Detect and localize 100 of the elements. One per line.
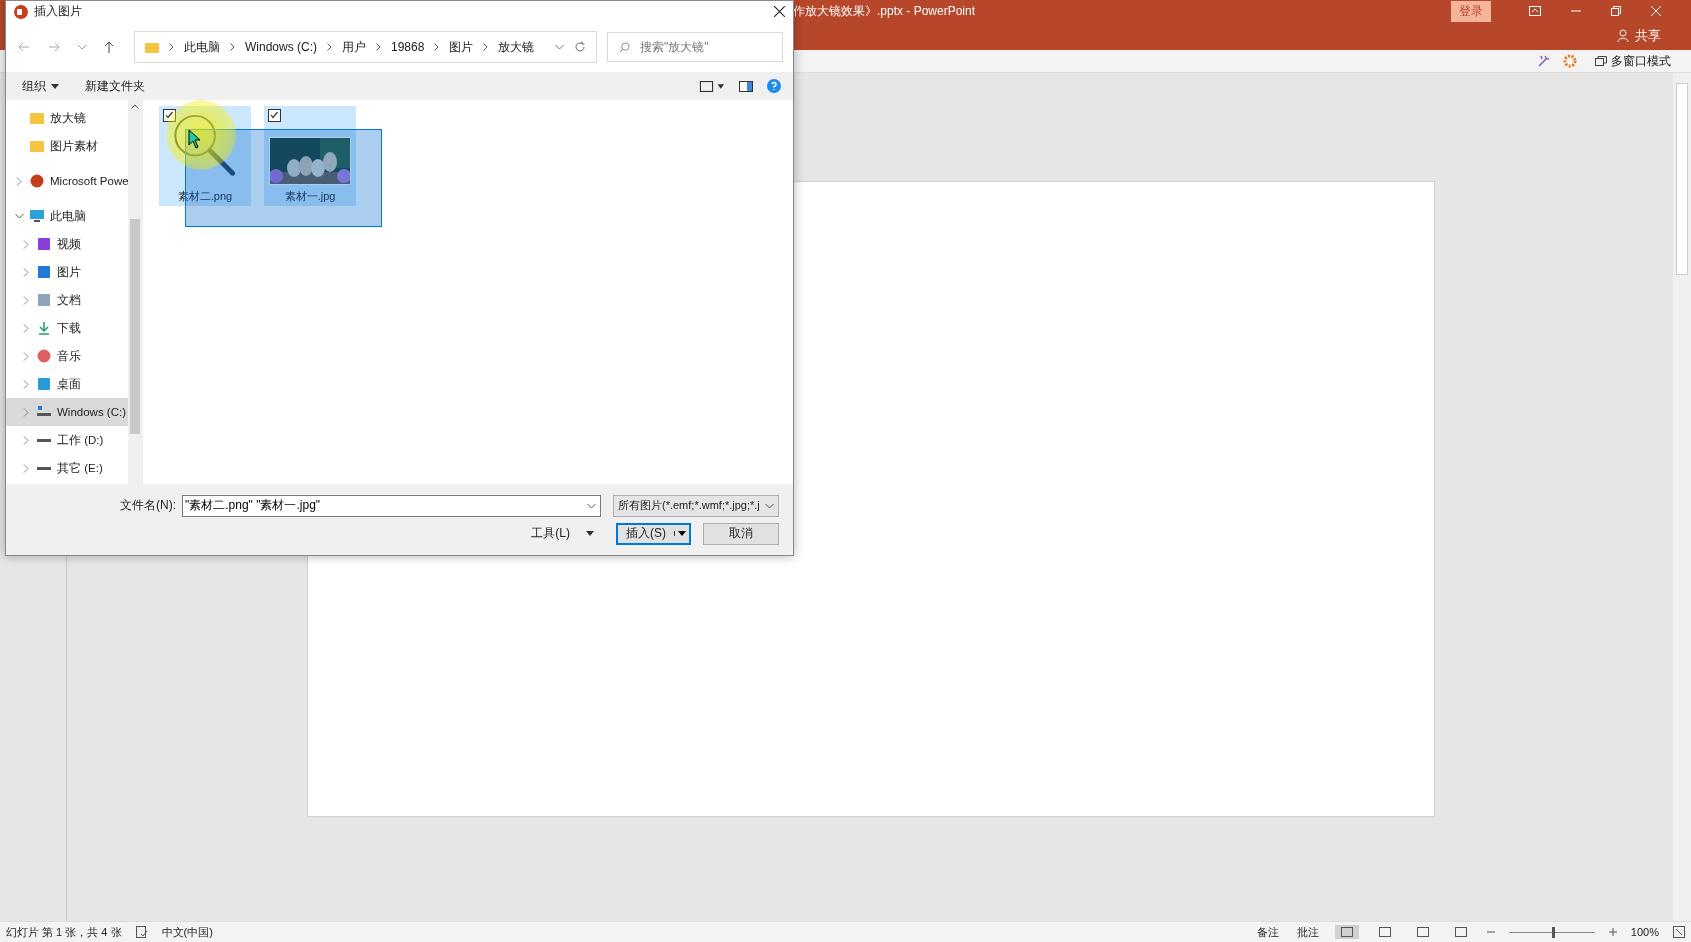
nav-item[interactable]: 音乐 [6,342,128,370]
slide-counter: 幻灯片 第 1 张，共 4 张 [6,924,122,940]
ribbon-display-icon[interactable] [1529,6,1541,16]
insert-button[interactable]: 插入(S) [616,522,691,545]
file-type-dropdown[interactable]: 所有图片(*.emf;*.wmf;*.jpg;*.j [613,494,779,517]
pictures-icon [37,265,51,279]
cursor-icon [188,129,202,149]
file-item[interactable]: 素材一.jpg [264,106,356,206]
folder-icon [30,111,44,125]
caret-icon [51,83,59,89]
refresh-icon[interactable] [574,41,586,53]
chevron-right-icon[interactable] [23,351,29,361]
filename-field[interactable]: "素材二.png" "素材一.jpg" [182,494,601,517]
nav-item[interactable]: 桌面 [6,370,128,398]
nav-item[interactable]: 工作 (D:) [6,426,128,454]
nav-item[interactable]: 视频 [6,230,128,258]
search-field[interactable]: 搜索"放大镜" [607,32,783,62]
cursor-highlight [166,100,236,170]
multi-window-button[interactable]: 多窗口模式 [1589,51,1677,71]
drive-icon [37,438,51,442]
breadcrumb-segment[interactable]: Windows (C:) [245,40,317,54]
chevron-right-icon[interactable] [23,323,29,333]
breadcrumb-segment[interactable]: 用户 [342,38,366,56]
windows-icon [1595,56,1607,66]
chevron-right-icon [376,43,381,51]
nav-item[interactable]: 文档 [6,286,128,314]
forward-arrow-icon[interactable] [48,42,60,52]
caret-icon [678,531,686,536]
new-folder-button[interactable]: 新建文件夹 [79,76,151,96]
view-button[interactable] [1334,925,1359,939]
chevron-right-icon [230,43,235,51]
nav-item[interactable]: 图片 [6,258,128,286]
nav-item[interactable]: 放大镜 [6,104,128,132]
language-label: 中文(中国) [161,924,213,940]
help-icon[interactable] [767,79,781,93]
scrollbar[interactable] [1673,73,1691,921]
chevron-down-icon[interactable] [555,44,564,50]
caret-icon [586,531,594,536]
chevron-right-icon[interactable] [23,267,29,277]
desktop-icon [37,377,51,391]
nav-item[interactable]: 下载 [6,314,128,342]
zoom-percent[interactable]: 100% [1630,926,1659,938]
up-arrow-icon[interactable] [104,41,114,53]
person-icon [1617,29,1631,43]
notes-button[interactable]: 备注 [1254,924,1281,940]
filename-label: 文件名(N): [120,497,176,514]
restore-icon[interactable] [1611,6,1621,16]
chevron-down-icon[interactable] [587,502,596,509]
chevron-right-icon[interactable] [23,463,29,473]
app-icon [30,174,44,188]
organize-menu[interactable]: 组织 [16,76,65,96]
gear-icon[interactable] [1563,54,1577,68]
close-icon[interactable] [774,6,785,17]
comments-button[interactable]: 批注 [1294,924,1321,940]
nav-item[interactable]: Windows (C:) [6,398,128,426]
back-arrow-icon[interactable] [18,42,30,52]
chevron-right-icon[interactable] [23,379,29,389]
chevron-down-icon [765,502,774,509]
chevron-down-icon[interactable] [14,213,24,219]
chevron-right-icon [327,43,332,51]
address-bar[interactable]: 此电脑 Windows (C:) 用户 19868 图片 放大镜 [134,31,597,63]
nav-item[interactable]: Microsoft Powe [6,167,128,195]
breadcrumb-segment[interactable]: 放大镜 [498,38,535,56]
fit-slide-icon[interactable] [1673,926,1685,938]
chevron-right-icon[interactable] [16,176,22,186]
breadcrumb-segment[interactable]: 图片 [449,38,474,56]
cancel-button[interactable]: 取消 [703,522,779,545]
chevron-right-icon [483,43,489,51]
nav-item[interactable]: 图片素材 [6,132,128,160]
chevron-right-icon [434,43,440,51]
view-mode-icon[interactable] [699,80,725,92]
app-icon [14,4,28,19]
search-icon [619,42,630,53]
tools-menu[interactable]: 工具(L) [525,524,600,543]
chevron-right-icon[interactable] [23,435,29,445]
document-icon [37,293,51,307]
spellcheck-icon[interactable] [135,926,148,938]
breadcrumb-segment[interactable]: 此电脑 [184,38,220,56]
nav-item[interactable]: 此电脑 [6,202,128,230]
breadcrumb-segment[interactable]: 19868 [391,40,425,54]
scroll-up-icon[interactable] [131,104,139,109]
nav-item[interactable]: 其它 (E:) [6,454,128,482]
sparkle-icon[interactable] [1537,54,1551,68]
drive-icon [37,466,51,470]
video-icon [37,237,51,251]
folder-icon [145,41,159,53]
drive-icon [37,405,51,419]
share-button[interactable]: 共享 [1611,26,1667,46]
checkbox[interactable] [163,109,176,122]
download-icon [37,321,51,335]
chevron-right-icon[interactable] [23,239,29,249]
chevron-right-icon [169,43,174,51]
checkbox[interactable] [268,109,281,122]
chevron-right-icon[interactable] [23,295,29,305]
preview-pane-icon[interactable] [739,80,753,92]
monitor-icon [30,209,44,223]
dialog-title: 插入图片 [34,3,82,20]
zoom-in-icon[interactable] [1608,928,1617,936]
chevron-down-icon[interactable] [78,44,86,50]
folder-icon [30,139,44,153]
